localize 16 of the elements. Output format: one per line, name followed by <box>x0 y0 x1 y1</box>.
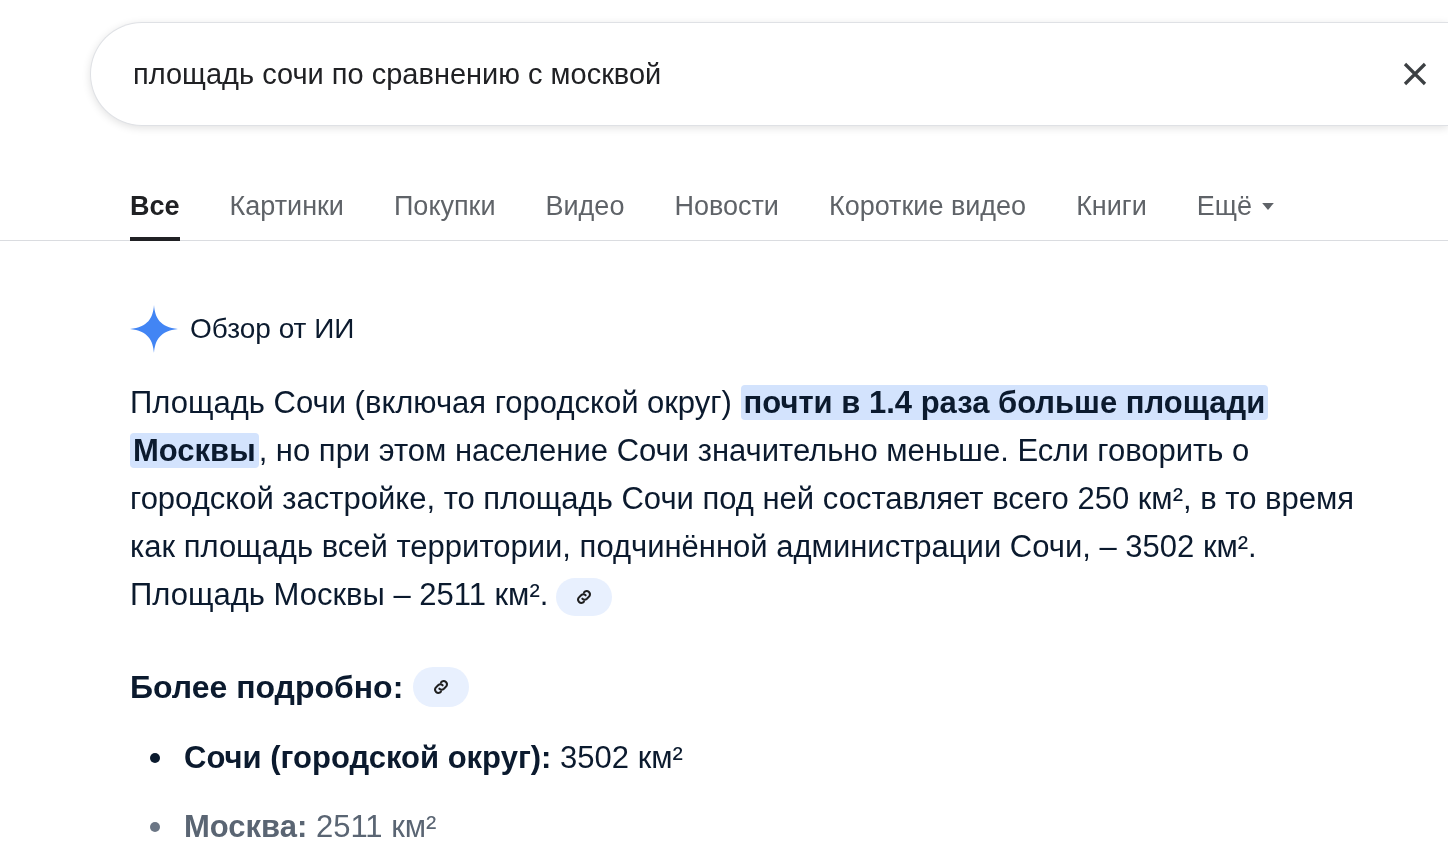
tab[interactable]: Картинки <box>229 172 344 241</box>
tab[interactable]: Короткие видео <box>828 172 1027 241</box>
tab[interactable]: Книги <box>1076 172 1147 241</box>
tab[interactable]: Новости <box>674 172 779 241</box>
tab[interactable]: Видео <box>545 172 625 241</box>
bullet-text: Сочи (городской округ): 3502 км² <box>184 739 683 777</box>
more-details-heading: Более подробно: <box>130 668 404 707</box>
link-button[interactable] <box>413 667 470 707</box>
ai-overview-title: Обзор от ИИ <box>190 312 355 346</box>
tab[interactable]: Все <box>130 172 180 241</box>
link-button[interactable] <box>556 577 613 616</box>
tab[interactable]: Покупки <box>393 172 496 241</box>
overview-paragraph: Площадь Сочи (включая городской округ) почти в 1.4 раза больше площади Москвы, но при этом население Сочи значительно меньше. Если говорить о городской застройке, то площадь Сочи под ней составляет всего 250 км², в то время как площадь всей территории, подчинённой администрации Сочи, – 3502 км². Площадь Москвы – 2511 км². <box>130 379 1398 619</box>
tab[interactable]: Ещё <box>1196 172 1275 241</box>
bullet-text: Москва: 2511 км² <box>184 807 437 846</box>
search-field[interactable]: площадь сочи по сравнению с москвой <box>90 22 1448 126</box>
